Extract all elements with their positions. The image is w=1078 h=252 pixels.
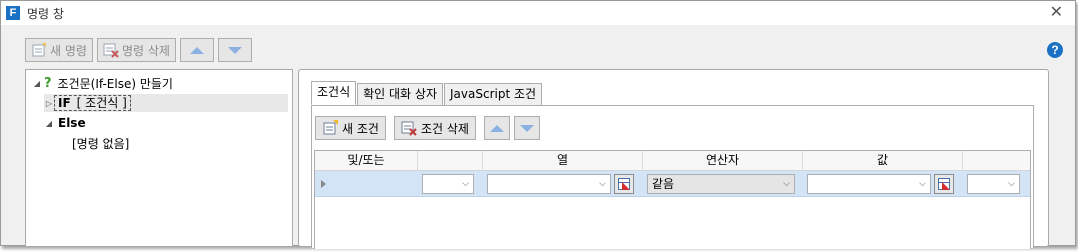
expand-icon[interactable]: ▷ [44,99,54,108]
new-command-label: 새 명령 [50,43,87,58]
chevron-down-icon: ⌵ [1008,179,1015,189]
arrow-up-icon [189,46,204,54]
condition-grid: 및/또는 열 연산자 값 ⌵ ⌵ 같음 ⌵ ⌵ ⌵ [314,150,1031,249]
tab-condition[interactable]: 조건식 [311,81,357,105]
window-title: 명령 창 [27,7,64,21]
arrow-up-icon [489,124,504,132]
collapse-icon[interactable]: ◢ [32,79,42,88]
chevron-down-icon: ⌵ [783,179,790,189]
tree-item-root[interactable]: ◢ ? 조건문(If-Else) 만들기 [32,74,173,92]
operator-select[interactable]: 같음 ⌵ [647,174,795,194]
delete-command-label: 명령 삭제 [121,43,170,58]
collapse-icon[interactable]: ◢ [44,119,54,128]
operator-value: 같음 [652,177,675,191]
new-document-icon [31,42,47,58]
new-condition-button[interactable]: 새 조건 [315,116,386,140]
new-condition-icon [322,120,338,136]
arrow-down-icon [519,124,534,132]
column-header-blank[interactable] [418,151,483,171]
delete-condition-button[interactable]: 조건 삭제 [393,116,476,140]
command-tree: ◢ ? 조건문(If-Else) 만들기 ▷ IF[ 조건식 ] ◢ Else … [25,69,293,247]
tree-item-if[interactable]: ▷ IF [ 조건식 ] [44,94,288,112]
question-icon: ? [44,75,52,91]
tab-confirm-dialog[interactable]: 확인 대화 상자 [357,83,443,105]
column-header-extra[interactable] [963,151,1032,171]
arrow-down-icon [227,46,242,54]
if-keyword: IF [58,96,71,110]
chevron-down-icon: ⌵ [599,179,606,189]
condition-toolbar: 새 조건 조건 삭제 [315,116,540,140]
delete-command-button[interactable]: 명령 삭제 [96,38,176,62]
tab-javascript-condition[interactable]: JavaScript 조건 [444,83,543,105]
delete-document-icon [103,42,119,58]
new-command-button[interactable]: 새 명령 [25,38,93,62]
and-or-select[interactable]: ⌵ [422,174,474,194]
table-row[interactable]: ⌵ ⌵ 같음 ⌵ ⌵ ⌵ [315,171,1030,197]
no-command-label: [명령 없음] [72,136,130,151]
condition-move-up-button[interactable] [483,116,510,140]
new-condition-label: 새 조건 [342,121,379,136]
tree-root-label: 조건문(If-Else) 만들기 [57,76,173,91]
if-condition-text: [ 조건식 ] [76,96,127,110]
tree-item-no-command[interactable]: [명령 없음] [72,134,129,152]
column-header-column[interactable]: 열 [483,151,643,171]
delete-condition-label: 조건 삭제 [420,121,469,136]
move-up-button[interactable] [179,38,214,62]
extra-select[interactable]: ⌵ [967,174,1020,194]
condition-move-down-button[interactable] [513,116,540,140]
else-keyword: Else [58,116,86,130]
help-icon[interactable]: ? [1047,42,1063,58]
chevron-down-icon: ⌵ [919,179,926,189]
column-select[interactable]: ⌵ [487,174,611,194]
grid-header: 및/또는 열 연산자 값 [315,151,1030,171]
value-select[interactable]: ⌵ [807,174,931,194]
condition-tab-content: 새 조건 조건 삭제 및/또는 열 연산자 값 ⌵ ⌵ 같음 ⌵ ⌵ ⌵ [311,105,1034,249]
if-node-label: IF [ 조건식 ] [54,95,131,111]
condition-tabs: 조건식 확인 대화 상자 JavaScript 조건 [311,81,543,105]
title-bar: F 명령 창 ✕ [1,1,1075,25]
app-icon: F [6,6,20,20]
close-icon[interactable]: ✕ [1050,3,1063,21]
move-down-button[interactable] [217,38,252,62]
value-picker-button[interactable] [934,174,954,194]
row-indicator-icon [321,180,326,188]
column-picker-button[interactable] [614,174,634,194]
tree-item-else[interactable]: ◢ Else [44,114,86,132]
command-toolbar: 새 명령 명령 삭제 [25,38,252,62]
command-window: F 명령 창 ✕ 새 명령 명령 삭제 ? ◢ ? 조건문(If-Else) 만… [0,0,1076,249]
column-header-and-or[interactable]: 및/또는 [315,151,418,171]
chevron-down-icon: ⌵ [462,179,469,189]
column-header-operator[interactable]: 연산자 [643,151,803,171]
delete-condition-icon [401,120,417,136]
column-header-value[interactable]: 값 [803,151,963,171]
condition-panel: 조건식 확인 대화 상자 JavaScript 조건 새 조건 조건 삭제 및/… [298,69,1049,249]
